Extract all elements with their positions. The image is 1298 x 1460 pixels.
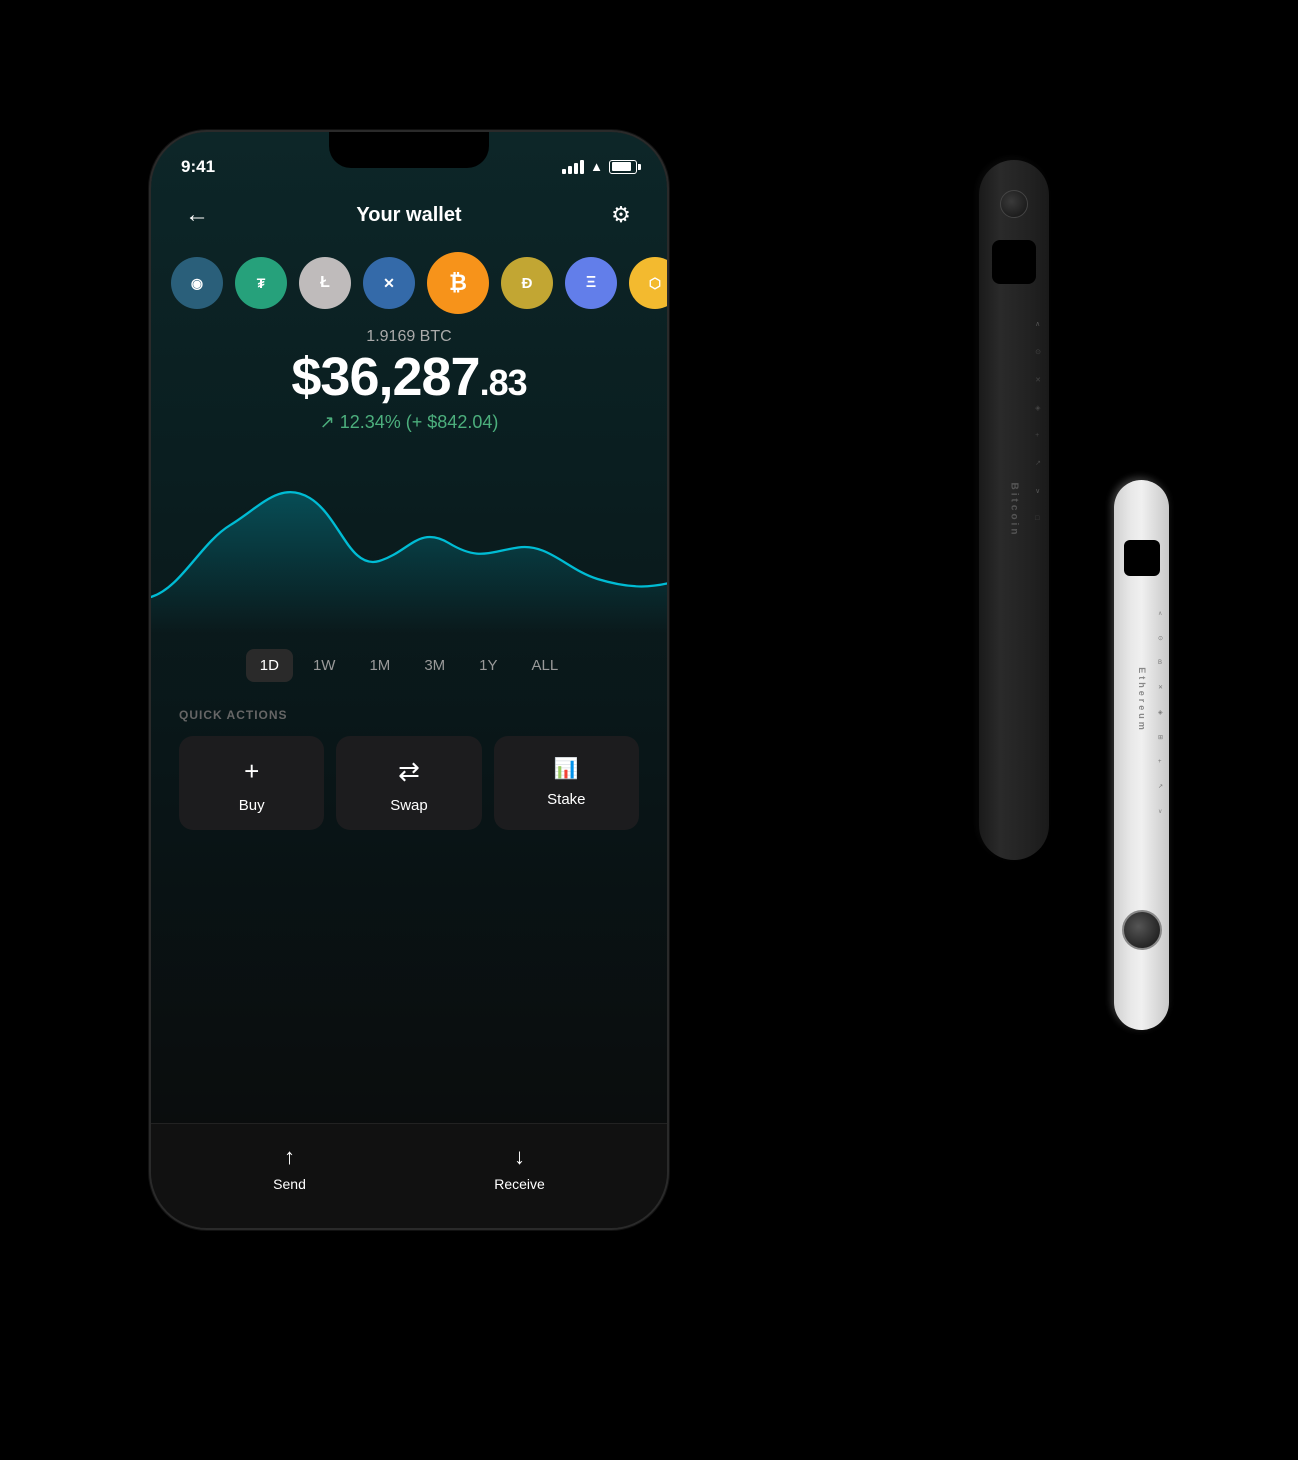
nano-s-label: Ethereum bbox=[1137, 667, 1147, 733]
balance-change-value: ↗ 12.34% (+ $842.04) bbox=[320, 412, 499, 433]
buy-icon: + bbox=[244, 756, 259, 787]
nano-x-screen bbox=[992, 240, 1036, 284]
nano-s-device: Ethereum ∧ ⊙ B ✕ ◈ ⊞ + ↗ ∨ bbox=[1114, 480, 1169, 1030]
time-btn-3m[interactable]: 3M bbox=[410, 649, 459, 682]
settings-button[interactable]: ⚙ bbox=[603, 197, 639, 233]
time-btn-1y[interactable]: 1Y bbox=[465, 649, 511, 682]
balance-change: ↗ 12.34% (+ $842.04) bbox=[179, 412, 639, 433]
chart-container bbox=[151, 433, 667, 633]
status-icons: ▲ bbox=[562, 159, 637, 174]
time-btn-1w[interactable]: 1W bbox=[299, 649, 350, 682]
wifi-icon: ▲ bbox=[590, 159, 603, 174]
nano-s-arrow-up: ∧ bbox=[1158, 610, 1163, 617]
buy-button[interactable]: + Buy bbox=[179, 736, 324, 830]
nano-x-arrow-down: ∨ bbox=[1035, 487, 1041, 495]
nano-x-top-button[interactable] bbox=[1000, 190, 1028, 218]
nano-x-menu: ∧ ⊙ ✕ ◈ + ↗ ∨ □ bbox=[1035, 320, 1041, 522]
status-time: 9:41 bbox=[181, 157, 215, 177]
header: ← Your wallet ⚙ bbox=[151, 187, 667, 238]
swap-button[interactable]: ⇄ Swap bbox=[336, 736, 481, 830]
scene: 9:41 ▲ ← Your wallet bbox=[99, 80, 1199, 1380]
buy-label: Buy bbox=[239, 797, 265, 814]
nano-x-body: Bitcoin ∧ ⊙ ✕ ◈ + ↗ ∨ □ bbox=[979, 160, 1049, 860]
stake-icon: 📊 bbox=[554, 756, 579, 781]
stake-button[interactable]: 📊 Stake bbox=[494, 736, 639, 830]
coin-bnb[interactable]: ⬡ bbox=[629, 257, 667, 309]
nano-s-menu: ∧ ⊙ B ✕ ◈ ⊞ + ↗ ∨ bbox=[1158, 610, 1163, 815]
signal-icon bbox=[562, 160, 584, 174]
coin-bitcoin[interactable]: ₿ bbox=[427, 252, 489, 314]
nano-x-icon-3: ◈ bbox=[1035, 404, 1041, 412]
nano-s-icon-5: ⊞ bbox=[1158, 734, 1163, 741]
receive-icon: ↓ bbox=[514, 1144, 525, 1170]
nano-s-arrow-down: ∨ bbox=[1158, 808, 1163, 815]
phone: 9:41 ▲ ← Your wallet bbox=[149, 130, 669, 1230]
nano-x-icon-4: + bbox=[1035, 432, 1041, 439]
quick-actions-grid: + Buy ⇄ Swap 📊 Stake bbox=[179, 736, 639, 830]
coin-dogecoin[interactable]: Ð bbox=[501, 257, 553, 309]
nano-s-body: Ethereum ∧ ⊙ B ✕ ◈ ⊞ + ↗ ∨ bbox=[1114, 480, 1169, 1030]
time-btn-all[interactable]: ALL bbox=[518, 649, 573, 682]
nano-s-button[interactable] bbox=[1122, 910, 1162, 950]
coin-other[interactable]: ◉ bbox=[171, 257, 223, 309]
stake-label: Stake bbox=[547, 791, 585, 808]
send-label: Send bbox=[273, 1176, 306, 1192]
nano-s-icon-3: ✕ bbox=[1158, 684, 1163, 691]
nano-x-device: Bitcoin ∧ ⊙ ✕ ◈ + ↗ ∨ □ bbox=[979, 160, 1049, 860]
price-chart bbox=[151, 453, 667, 633]
nano-s-icon-7: ↗ bbox=[1158, 783, 1163, 790]
balance-usd-whole: $36,287 bbox=[291, 347, 479, 407]
time-range-selector: 1D 1W 1M 3M 1Y ALL bbox=[151, 633, 667, 698]
balance-usd-cents: .83 bbox=[480, 362, 527, 403]
nano-x-icon-1: ⊙ bbox=[1035, 348, 1041, 356]
back-button[interactable]: ← bbox=[179, 197, 215, 233]
quick-actions-section: QUICK ACTIONS + Buy ⇄ Swap 📊 Stake bbox=[151, 698, 667, 830]
nano-s-icon-6: + bbox=[1158, 759, 1163, 765]
balance-crypto: 1.9169 BTC bbox=[179, 328, 639, 346]
coin-ethereum[interactable]: Ξ bbox=[565, 257, 617, 309]
send-icon: ↑ bbox=[284, 1144, 295, 1170]
battery-icon bbox=[609, 160, 637, 174]
nano-x-arrow-up: ∧ bbox=[1035, 320, 1041, 328]
nano-x-icon-5: ↗ bbox=[1035, 459, 1041, 467]
page-title: Your wallet bbox=[356, 204, 461, 227]
nano-s-icon-1: ⊙ bbox=[1158, 635, 1163, 642]
phone-screen: 9:41 ▲ ← Your wallet bbox=[151, 132, 667, 1228]
swap-label: Swap bbox=[390, 797, 428, 814]
notch bbox=[329, 132, 489, 168]
coin-xrp[interactable]: ✕ bbox=[363, 257, 415, 309]
time-btn-1d[interactable]: 1D bbox=[246, 649, 293, 682]
receive-label: Receive bbox=[494, 1176, 545, 1192]
nano-x-icon-6: □ bbox=[1035, 515, 1041, 522]
nano-s-screen bbox=[1124, 540, 1160, 576]
balance-usd: $36,287.83 bbox=[179, 350, 639, 404]
quick-actions-label: QUICK ACTIONS bbox=[179, 708, 639, 722]
nano-x-icon-2: ✕ bbox=[1035, 376, 1041, 384]
nano-s-icon-4: ◈ bbox=[1158, 709, 1163, 716]
bottom-bar: ↑ Send ↓ Receive bbox=[151, 1123, 667, 1228]
send-button[interactable]: ↑ Send bbox=[273, 1144, 306, 1192]
coins-row: ◉ ₮ Ł ✕ ₿ Ð Ξ ⬡ A bbox=[151, 238, 667, 328]
balance-section: 1.9169 BTC $36,287.83 ↗ 12.34% (+ $842.0… bbox=[151, 328, 667, 433]
swap-icon: ⇄ bbox=[398, 756, 420, 787]
coin-litecoin[interactable]: Ł bbox=[299, 257, 351, 309]
receive-button[interactable]: ↓ Receive bbox=[494, 1144, 545, 1192]
nano-x-label: Bitcoin bbox=[1009, 483, 1020, 538]
coin-tether[interactable]: ₮ bbox=[235, 257, 287, 309]
time-btn-1m[interactable]: 1M bbox=[355, 649, 404, 682]
nano-s-icon-2: B bbox=[1158, 660, 1163, 666]
